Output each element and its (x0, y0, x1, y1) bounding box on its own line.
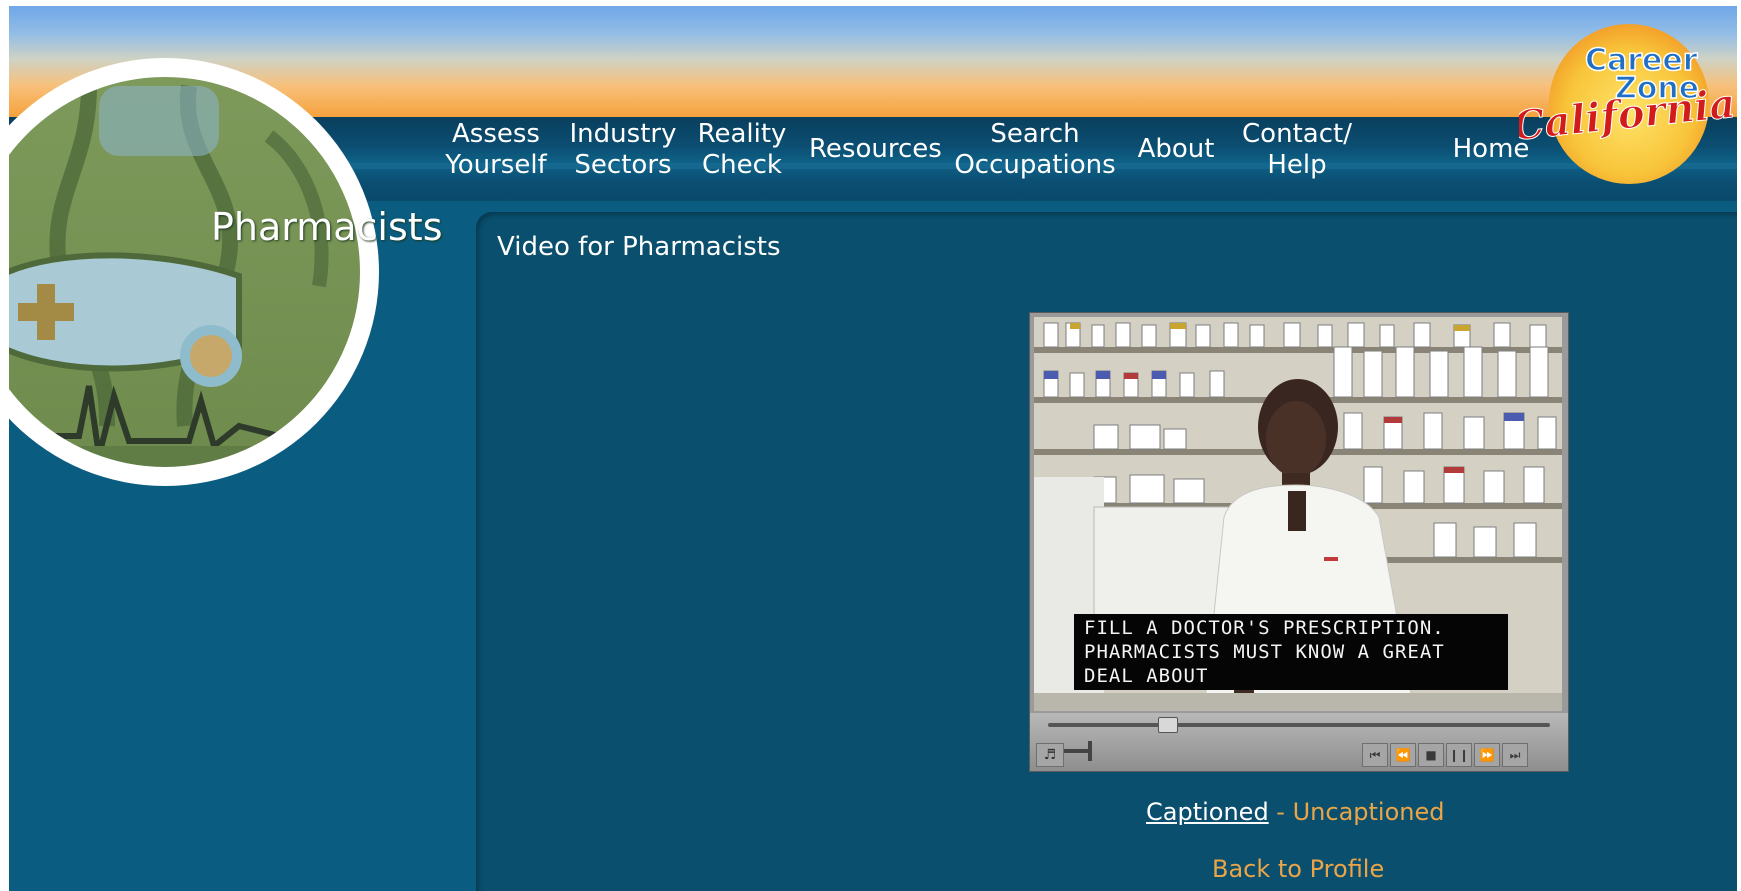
volume-icon[interactable]: ♬ (1036, 743, 1064, 767)
volume-slider[interactable] (1064, 749, 1088, 753)
nav-about[interactable]: About (1134, 134, 1218, 165)
career-zone-california-logo[interactable]: Career Zone California (1519, 12, 1737, 192)
uncaptioned-link[interactable]: Uncaptioned (1293, 798, 1445, 826)
video-frame[interactable]: FILL A DOCTOR'S PRESCRIPTION. PHARMACIST… (1034, 317, 1562, 711)
nav-search-occupations[interactable]: Search Occupations (954, 119, 1116, 181)
pharmacist-emblem-icon (9, 58, 379, 486)
nav-contact-help[interactable]: Contact/ Help (1235, 119, 1359, 181)
captioned-link[interactable]: Captioned (1146, 798, 1269, 826)
nav-assess-yourself[interactable]: Assess Yourself (443, 119, 549, 181)
player-controls: ♬ ⏮ ⏪ ■ ❙❙ ⏩ ⏭ (1030, 713, 1568, 771)
stop-icon[interactable]: ■ (1418, 743, 1444, 767)
caption-links: Captioned - Uncaptioned (1146, 798, 1444, 826)
video-caption: FILL A DOCTOR'S PRESCRIPTION. PHARMACIST… (1074, 614, 1508, 690)
rewind-icon[interactable]: ⏪ (1390, 743, 1416, 767)
nav-industry-sectors[interactable]: Industry Sectors (565, 119, 681, 181)
skip-forward-icon[interactable]: ⏭ (1502, 743, 1528, 767)
skip-back-icon[interactable]: ⏮ (1362, 743, 1388, 767)
video-player[interactable]: FILL A DOCTOR'S PRESCRIPTION. PHARMACIST… (1029, 312, 1569, 772)
volume-thumb[interactable] (1088, 741, 1092, 761)
back-to-profile-link[interactable]: Back to Profile (1212, 855, 1384, 883)
nav-resources[interactable]: Resources (809, 134, 942, 165)
links-separator: - (1268, 798, 1293, 826)
page-frame: Assess Yourself Industry Sectors Reality… (9, 6, 1737, 891)
nav-reality-check[interactable]: Reality Check (693, 119, 791, 181)
seek-thumb[interactable] (1158, 717, 1179, 733)
page-title: Pharmacists (211, 205, 443, 249)
seek-bar[interactable] (1048, 723, 1550, 727)
fast-forward-icon[interactable]: ⏩ (1474, 743, 1500, 767)
pause-icon[interactable]: ❙❙ (1446, 743, 1472, 767)
video-heading: Video for Pharmacists (497, 232, 781, 262)
